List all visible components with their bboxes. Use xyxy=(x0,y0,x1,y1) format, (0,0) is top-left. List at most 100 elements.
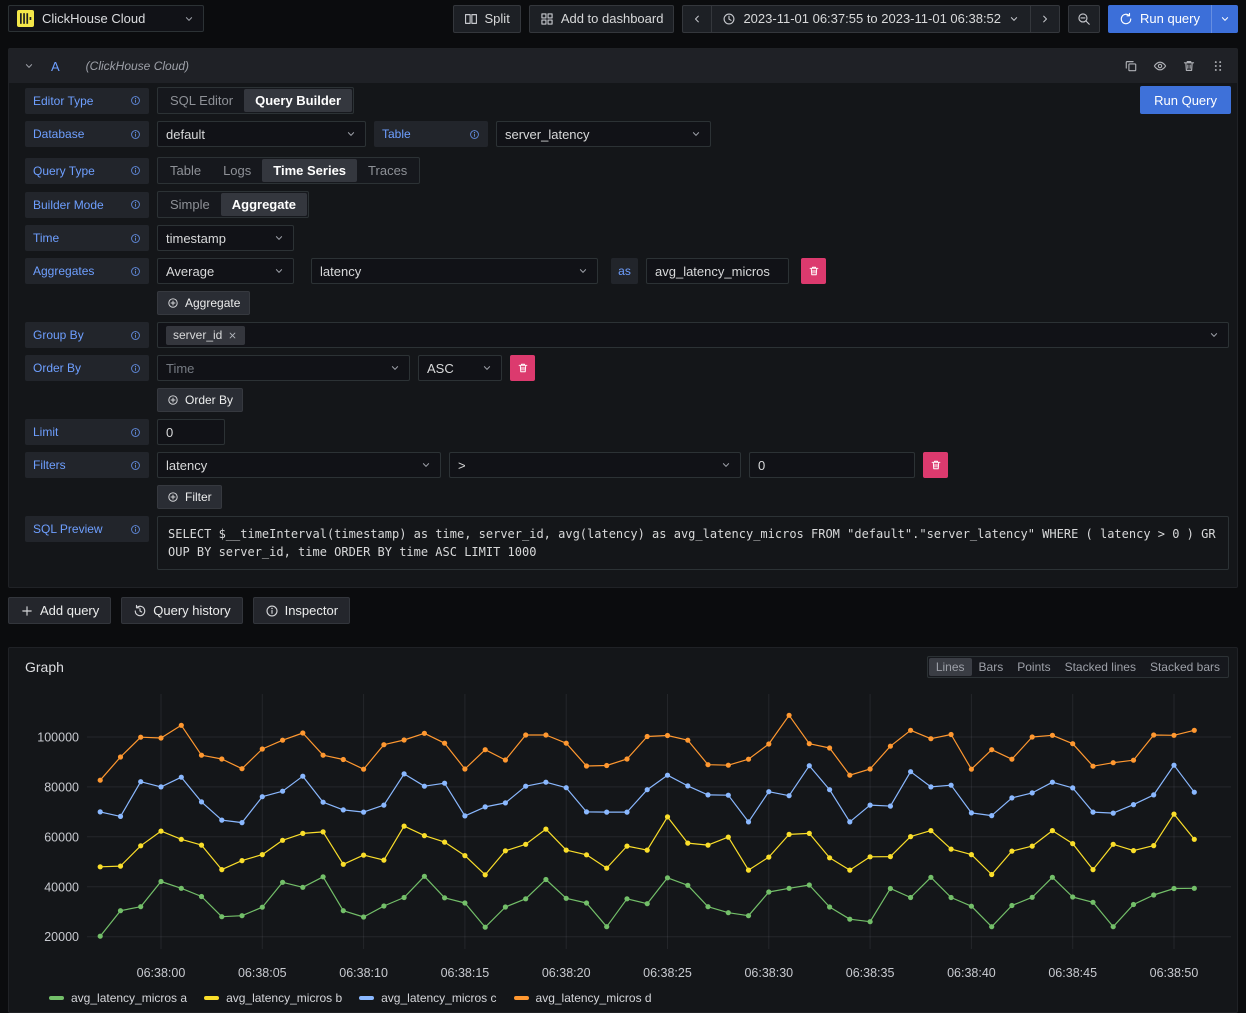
data-point[interactable] xyxy=(726,793,731,798)
data-point[interactable] xyxy=(868,766,873,771)
data-point[interactable] xyxy=(624,810,629,815)
data-point[interactable] xyxy=(361,853,366,858)
data-point[interactable] xyxy=(726,835,731,840)
aggregate-column-select[interactable]: latency xyxy=(311,258,598,284)
data-point[interactable] xyxy=(179,775,184,780)
data-point[interactable] xyxy=(949,895,954,900)
data-point[interactable] xyxy=(766,855,771,860)
data-point[interactable] xyxy=(1151,843,1156,848)
data-point[interactable] xyxy=(787,793,792,798)
data-point[interactable] xyxy=(1050,875,1055,880)
data-point[interactable] xyxy=(604,810,609,815)
data-point[interactable] xyxy=(766,789,771,794)
aggregate-alias-input[interactable] xyxy=(646,258,789,284)
data-point[interactable] xyxy=(766,741,771,746)
data-point[interactable] xyxy=(219,914,224,919)
data-point[interactable] xyxy=(989,747,994,752)
data-point[interactable] xyxy=(219,818,224,823)
data-point[interactable] xyxy=(746,819,751,824)
data-point[interactable] xyxy=(564,896,569,901)
option-stacked-bars[interactable]: Stacked bars xyxy=(1143,658,1227,676)
data-point[interactable] xyxy=(199,799,204,804)
add-query-button[interactable]: Add query xyxy=(8,597,111,624)
data-point[interactable] xyxy=(503,800,508,805)
time-series-chart[interactable]: 2000040000600008000010000006:38:0006:38:… xyxy=(9,686,1237,986)
data-point[interactable] xyxy=(1171,812,1176,817)
info-icon[interactable] xyxy=(130,95,141,106)
data-point[interactable] xyxy=(1171,763,1176,768)
data-point[interactable] xyxy=(1030,844,1035,849)
data-point[interactable] xyxy=(928,784,933,789)
data-point[interactable] xyxy=(381,803,386,808)
data-point[interactable] xyxy=(462,766,467,771)
data-point[interactable] xyxy=(766,889,771,894)
remove-order-by-button[interactable] xyxy=(510,355,535,381)
data-point[interactable] xyxy=(260,746,265,751)
data-point[interactable] xyxy=(1030,790,1035,795)
data-point[interactable] xyxy=(847,917,852,922)
data-point[interactable] xyxy=(260,905,265,910)
data-point[interactable] xyxy=(949,847,954,852)
data-point[interactable] xyxy=(179,723,184,728)
data-point[interactable] xyxy=(787,886,792,891)
data-point[interactable] xyxy=(1111,924,1116,929)
data-point[interactable] xyxy=(402,737,407,742)
data-point[interactable] xyxy=(98,809,103,814)
data-point[interactable] xyxy=(260,794,265,799)
data-point[interactable] xyxy=(158,735,163,740)
data-point[interactable] xyxy=(118,754,123,759)
data-point[interactable] xyxy=(888,744,893,749)
data-point[interactable] xyxy=(827,904,832,909)
data-point[interactable] xyxy=(1171,886,1176,891)
data-point[interactable] xyxy=(118,908,123,913)
data-point[interactable] xyxy=(604,763,609,768)
data-point[interactable] xyxy=(604,924,609,929)
data-point[interactable] xyxy=(1070,785,1075,790)
data-point[interactable] xyxy=(381,858,386,863)
data-point[interactable] xyxy=(705,792,710,797)
data-point[interactable] xyxy=(949,732,954,737)
data-point[interactable] xyxy=(523,732,528,737)
data-point[interactable] xyxy=(888,886,893,891)
legend-item-b[interactable]: avg_latency_micros b xyxy=(204,991,342,1005)
option-query-builder[interactable]: Query Builder xyxy=(244,89,352,112)
data-point[interactable] xyxy=(138,843,143,848)
data-point[interactable] xyxy=(179,886,184,891)
data-point[interactable] xyxy=(300,831,305,836)
split-button[interactable]: Split xyxy=(453,5,521,33)
data-point[interactable] xyxy=(219,867,224,872)
data-point[interactable] xyxy=(1070,741,1075,746)
data-point[interactable] xyxy=(280,838,285,843)
data-point[interactable] xyxy=(807,831,812,836)
run-query-button[interactable]: Run Query xyxy=(1140,86,1231,114)
data-point[interactable] xyxy=(1050,733,1055,738)
data-point[interactable] xyxy=(584,809,589,814)
aggregate-function-select[interactable]: Average xyxy=(157,258,294,284)
data-point[interactable] xyxy=(199,894,204,899)
data-point[interactable] xyxy=(868,854,873,859)
data-point[interactable] xyxy=(462,853,467,858)
data-point[interactable] xyxy=(118,864,123,869)
data-point[interactable] xyxy=(1151,732,1156,737)
option-table[interactable]: Table xyxy=(159,159,212,182)
query-ref-id[interactable]: A xyxy=(51,59,60,74)
data-point[interactable] xyxy=(665,814,670,819)
data-point[interactable] xyxy=(868,919,873,924)
data-point[interactable] xyxy=(1070,841,1075,846)
data-point[interactable] xyxy=(503,904,508,909)
data-point[interactable] xyxy=(949,783,954,788)
data-point[interactable] xyxy=(584,852,589,857)
data-point[interactable] xyxy=(543,780,548,785)
data-point[interactable] xyxy=(564,785,569,790)
query-history-button[interactable]: Query history xyxy=(121,597,242,624)
data-point[interactable] xyxy=(239,820,244,825)
data-point[interactable] xyxy=(685,738,690,743)
add-to-dashboard-button[interactable]: Add to dashboard xyxy=(529,5,675,33)
add-order-by-button[interactable]: Order By xyxy=(157,388,243,412)
data-point[interactable] xyxy=(1192,728,1197,733)
data-point[interactable] xyxy=(138,779,143,784)
info-icon[interactable] xyxy=(130,233,141,244)
data-point[interactable] xyxy=(928,828,933,833)
data-point[interactable] xyxy=(624,896,629,901)
data-point[interactable] xyxy=(361,810,366,815)
